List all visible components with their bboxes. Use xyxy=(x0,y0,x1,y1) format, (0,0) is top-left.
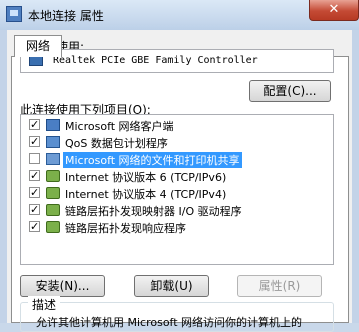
item-label: Internet 协议版本 4 (TCP/IPv4) xyxy=(65,188,227,201)
item-checkbox[interactable]: ✓ xyxy=(29,136,40,147)
check-icon: ✓ xyxy=(30,220,40,233)
tab-network[interactable]: 网络 xyxy=(14,35,62,57)
item-checkbox[interactable]: ✓ xyxy=(29,187,40,198)
list-item[interactable]: ✓ Microsoft 网络客户端 xyxy=(21,117,333,134)
list-item-selected[interactable]: Microsoft 网络的文件和打印机共享 xyxy=(21,151,333,168)
check-icon: ✓ xyxy=(30,118,40,131)
check-icon: ✓ xyxy=(30,203,40,216)
list-item[interactable]: ✓ Internet 协议版本 4 (TCP/IPv4) xyxy=(21,185,333,202)
check-icon: ✓ xyxy=(30,135,40,148)
protocol-icon xyxy=(46,170,60,182)
item-checkbox[interactable]: ✓ xyxy=(29,119,40,130)
install-button[interactable]: 安装(N)... xyxy=(20,275,105,297)
list-item[interactable]: ✓ 链路层拓扑发现映射器 I/O 驱动程序 xyxy=(21,202,333,219)
network-connection-icon xyxy=(6,6,22,22)
items-list[interactable]: ✓ Microsoft 网络客户端 ✓ QoS 数据包计划程序 Microsof… xyxy=(20,114,334,265)
adapter-field: Realtek PCIe GBE Family Controller xyxy=(20,49,334,73)
protocol-icon xyxy=(46,221,60,233)
uninstall-button[interactable]: 卸载(U) xyxy=(134,275,209,297)
protocol-icon xyxy=(46,204,60,216)
item-label: 链路层拓扑发现映射器 I/O 驱动程序 xyxy=(65,205,242,218)
list-item[interactable]: ✓ QoS 数据包计划程序 xyxy=(21,134,333,151)
item-label: Microsoft 网络客户端 xyxy=(65,120,174,133)
check-icon: ✓ xyxy=(30,186,40,199)
adapter-name: Realtek PCIe GBE Family Controller xyxy=(53,55,258,66)
protocol-icon xyxy=(46,187,60,199)
item-label: 链路层拓扑发现响应程序 xyxy=(65,222,186,235)
window-frame-left xyxy=(0,30,7,323)
list-item[interactable]: ✓ Internet 协议版本 6 (TCP/IPv6) xyxy=(21,168,333,185)
item-checkbox[interactable] xyxy=(29,153,40,164)
window-frame-right xyxy=(352,30,359,323)
item-checkbox[interactable]: ✓ xyxy=(29,204,40,215)
item-label: Internet 协议版本 6 (TCP/IPv6) xyxy=(65,171,227,184)
description-text: 允许其他计算机用 Microsoft 网络访问你的计算机上的 xyxy=(36,316,303,329)
check-icon: ✓ xyxy=(30,169,40,182)
list-item[interactable]: ✓ 链路层拓扑发现响应程序 xyxy=(21,219,333,236)
item-checkbox[interactable]: ✓ xyxy=(29,170,40,181)
item-label: Microsoft 网络的文件和打印机共享 xyxy=(63,152,242,168)
file-printer-sharing-icon xyxy=(46,153,60,165)
item-label: QoS 数据包计划程序 xyxy=(65,137,168,150)
description-title: 描述 xyxy=(28,296,61,313)
network-client-icon xyxy=(46,119,60,131)
qos-scheduler-icon xyxy=(46,136,60,148)
item-checkbox[interactable]: ✓ xyxy=(29,221,40,232)
configure-button[interactable]: 配置(C)... xyxy=(249,80,331,102)
properties-button: 属性(R) xyxy=(237,275,322,297)
close-button[interactable]: ✕ xyxy=(309,0,359,21)
title-bar: 本地连接 属性 ✕ xyxy=(0,0,359,30)
window-title: 本地连接 属性 xyxy=(28,9,104,23)
